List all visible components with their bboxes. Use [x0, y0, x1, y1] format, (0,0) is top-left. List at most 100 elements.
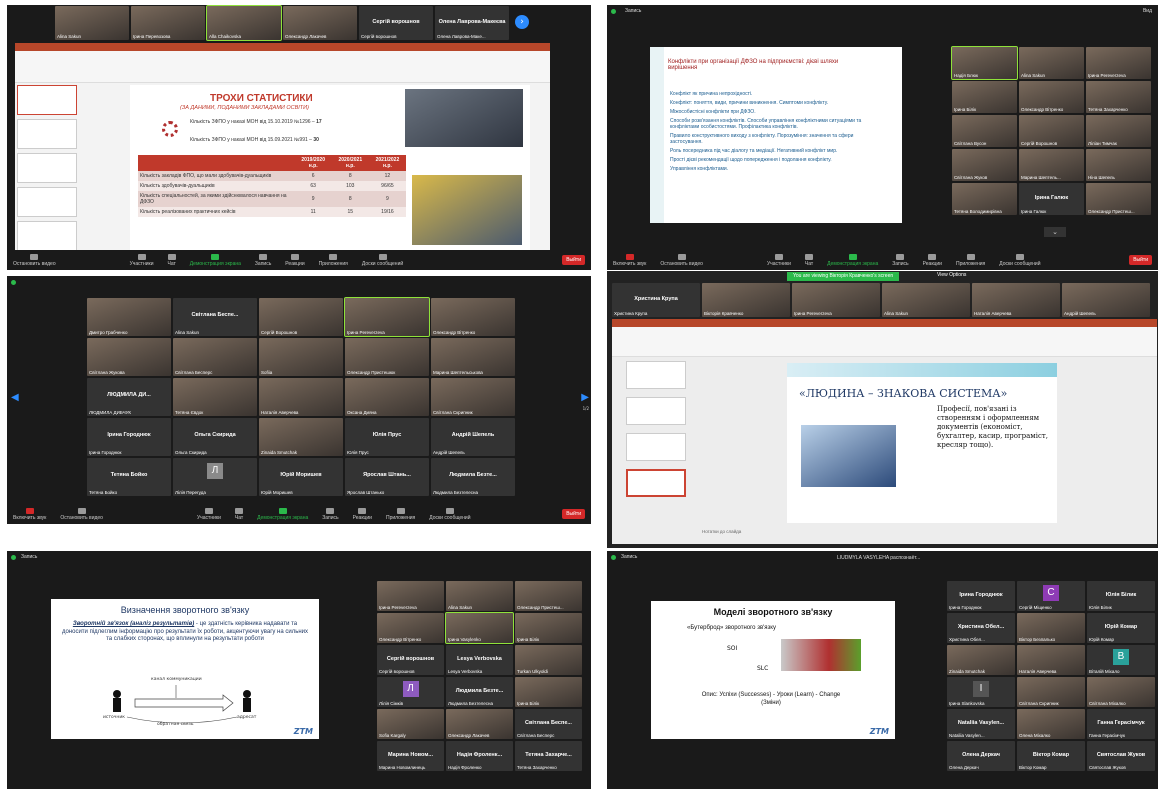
participant-tile[interactable]: Оксана Дияна: [345, 378, 429, 416]
reactions-button[interactable]: Реакции: [923, 253, 942, 267]
participant-tile[interactable]: Turkan Ulkyoldi: [515, 645, 582, 675]
participant-tile[interactable]: Світлана Вусон: [952, 115, 1017, 147]
slide-thumbnail[interactable]: [626, 469, 686, 497]
chat-button[interactable]: Чат: [235, 507, 243, 521]
participant-tile[interactable]: Світлана Скрипник: [1017, 677, 1085, 707]
participant-tile[interactable]: Олександр Лакачев: [283, 6, 357, 40]
participants-button[interactable]: Участники: [197, 507, 221, 521]
participant-tile[interactable]: Тетяна Володимирівна: [952, 183, 1017, 215]
participant-tile[interactable]: Alina Sakun: [55, 6, 129, 40]
participant-tile[interactable]: Дмитро Грабченко: [87, 298, 171, 336]
participant-tile[interactable]: І Ірина Slankovska: [947, 677, 1015, 707]
participant-tile[interactable]: Андрій Шепель: [1062, 283, 1150, 317]
share-screen-button[interactable]: Демонстрация экрана: [190, 253, 241, 267]
participant-tile[interactable]: Надія Блюк: [951, 46, 1018, 80]
participant-tile[interactable]: Марина Шептель...: [1019, 149, 1084, 181]
prev-page-arrow[interactable]: ◀: [11, 392, 19, 403]
participant-tile[interactable]: Сергій Ворошнов: [1019, 115, 1084, 147]
stop-video-button[interactable]: Остановить видео: [660, 253, 703, 267]
participant-tile[interactable]: Сергій ворошнов Сергій ворошнов: [377, 645, 444, 675]
apps-button[interactable]: Приложения: [956, 253, 985, 267]
view-options-button[interactable]: View Options: [937, 272, 966, 278]
participant-tile[interactable]: Тетяна Захарченко: [1086, 81, 1151, 113]
slide-thumbnail[interactable]: [626, 397, 686, 425]
participant-tile[interactable]: Alina Sakun: [1019, 47, 1084, 79]
participant-tile[interactable]: Sofiia: [259, 338, 343, 376]
slide-thumbnail[interactable]: [17, 85, 77, 115]
participant-tile[interactable]: Тетяна Бойко Тетяна Бойко: [87, 458, 171, 496]
notes-pane[interactable]: Нотатки до слайда: [702, 529, 741, 534]
participant-tile[interactable]: Святослав Жуков Святослав Жуков: [1087, 741, 1155, 771]
participant-tile[interactable]: Ніна Шепель: [1086, 149, 1151, 181]
collapse-button[interactable]: ⌄: [1044, 227, 1066, 237]
reactions-button[interactable]: Реакции: [353, 507, 372, 521]
participant-tile[interactable]: Ірина Перевозова: [131, 6, 205, 40]
participant-tile[interactable]: Олена Міхалко: [1017, 709, 1085, 739]
participant-tile[interactable]: Ольга Скирида Ольга Скирида: [173, 418, 257, 456]
view-menu[interactable]: Вид: [1143, 8, 1152, 14]
unmute-button[interactable]: Включить звук: [613, 253, 646, 267]
participant-tile[interactable]: Zinaida Smutchak: [947, 645, 1015, 675]
participant-tile[interactable]: Олександр Вітренко: [377, 613, 444, 643]
slide-thumbnail[interactable]: [626, 433, 686, 461]
participant-tile[interactable]: Марина Шептельськова: [431, 338, 515, 376]
participant-tile[interactable]: Людмила Безте... Людмила Безтелесна: [446, 677, 513, 707]
participant-tile[interactable]: Христина Обел... Христина Обел...: [947, 613, 1015, 643]
participant-tile[interactable]: Л Лілія Сімків: [377, 677, 444, 707]
participant-tile[interactable]: Тетяна Захарче... Тетяна Захарченко: [515, 741, 582, 771]
next-page-button[interactable]: ›: [515, 15, 529, 29]
participant-tile[interactable]: Надія Фроленк... Надія Фроленко: [446, 741, 513, 771]
reactions-button[interactable]: Реакции: [285, 253, 305, 267]
participant-tile[interactable]: Олександр Вітренко: [431, 298, 515, 336]
participant-tile[interactable]: Віктор Комар Віктор Комар: [1017, 741, 1085, 771]
participant-tile[interactable]: Олександр Пристеш...: [515, 581, 582, 611]
whiteboards-button[interactable]: Доски сообщений: [999, 253, 1041, 267]
participant-tile[interactable]: Сергій Ворошнов: [259, 298, 343, 336]
slide-thumbnail[interactable]: [17, 153, 77, 183]
leave-button[interactable]: Выйти: [562, 255, 585, 265]
participant-tile[interactable]: Ірина Городнюк Ірина Городнюк: [87, 418, 171, 456]
record-button[interactable]: Запись: [255, 253, 271, 267]
apps-button[interactable]: Приложения: [319, 253, 348, 267]
participant-tile[interactable]: Alina Sakun: [882, 283, 970, 317]
record-button[interactable]: Запись: [892, 253, 909, 267]
participant-tile[interactable]: Світлана Жуков: [952, 149, 1017, 181]
participant-tile[interactable]: Наталія Аверчева: [1017, 645, 1085, 675]
participant-tile[interactable]: Олександр Пристеш...: [1086, 183, 1151, 215]
leave-button[interactable]: Выйти: [562, 509, 585, 519]
participant-tile[interactable]: Вікторія Кравченко: [702, 283, 790, 317]
participant-tile[interactable]: Наталія Аверчева: [259, 378, 343, 416]
participant-tile[interactable]: Олександр Лакачев: [446, 709, 513, 739]
participant-tile[interactable]: Zinaida Smutchak: [259, 418, 343, 456]
participant-tile[interactable]: Христина Крупа Христина Крупа: [612, 283, 700, 317]
participant-tile[interactable]: Ліліан Тимчак: [1086, 115, 1151, 147]
participant-tile[interactable]: Lesya Verbovska Lesya Verbovska: [446, 645, 513, 675]
unmute-button[interactable]: Включить звук: [13, 507, 46, 521]
participant-tile[interactable]: Світлана Бесперс: [173, 338, 257, 376]
participant-tile[interactable]: Олександр Вітренко: [1019, 81, 1084, 113]
whiteboards-button[interactable]: Доски сообщений: [362, 253, 403, 267]
participant-tile[interactable]: Світлана Скрипник: [431, 378, 515, 416]
participant-tile[interactable]: Людмила Безте... Людмила Безтелесна: [431, 458, 515, 496]
chat-button[interactable]: Чат: [805, 253, 813, 267]
participant-tile[interactable]: Ірина Білік: [515, 613, 582, 643]
participant-tile[interactable]: Ганна Герасімчук Ганна Герасімчук: [1087, 709, 1155, 739]
participant-tile[interactable]: Юлія Білик Юлія Білик: [1087, 581, 1155, 611]
participant-tile[interactable]: Ірина Pereverzeva: [344, 297, 430, 337]
participant-tile[interactable]: ЛЮДМИЛА ДИ... ЛЮДМИЛА ДИБЧУК: [87, 378, 171, 416]
participant-tile[interactable]: Юрій Комар Юрій Комар: [1087, 613, 1155, 643]
participant-tile[interactable]: Олександр Пристешюк: [345, 338, 429, 376]
participant-tile[interactable]: Ірина Pereverzeva: [377, 581, 444, 611]
participant-tile[interactable]: Ірина Vasylenko: [445, 612, 514, 644]
slide-thumbnail[interactable]: [626, 361, 686, 389]
participant-tile[interactable]: Андрій Шепель Андрій Шепель: [431, 418, 515, 456]
participant-tile[interactable]: Олена Деркач Олена Деркач: [947, 741, 1015, 771]
record-button[interactable]: Запись: [322, 507, 339, 521]
participant-tile[interactable]: Юлія Прус Юлія Прус: [345, 418, 429, 456]
participant-tile[interactable]: Ірина Білік: [515, 677, 582, 707]
next-page-arrow[interactable]: ▶: [581, 392, 589, 403]
share-screen-button[interactable]: Демонстрация экрана: [257, 507, 308, 521]
share-screen-button[interactable]: Демонстрация экрана: [827, 253, 878, 267]
whiteboards-button[interactable]: Доски сообщений: [429, 507, 471, 521]
participant-tile[interactable]: Світлана Міхалко: [1087, 677, 1155, 707]
